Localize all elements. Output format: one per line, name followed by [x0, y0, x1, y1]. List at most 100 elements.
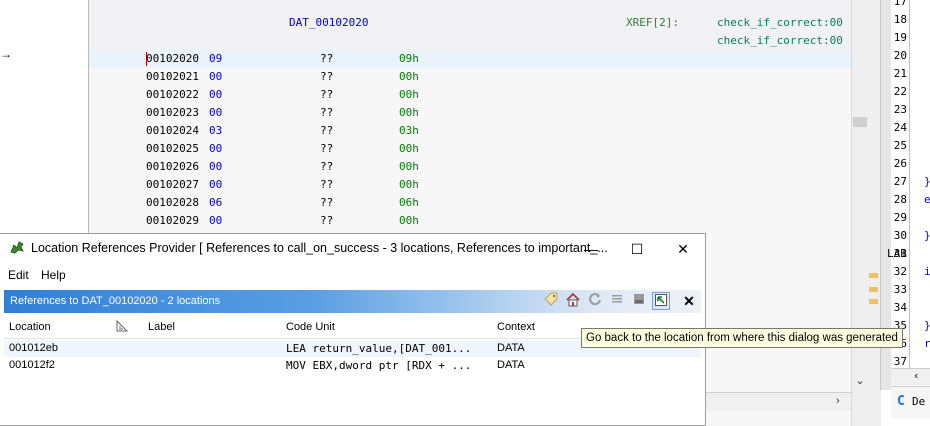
data-type: ?? — [320, 160, 334, 173]
line-number: 26 — [893, 157, 907, 170]
decompiler-tab[interactable]: C De — [891, 386, 930, 419]
column-label[interactable]: Label — [148, 321, 175, 333]
data-type: ?? — [320, 124, 334, 137]
line-number: 33 — [893, 283, 907, 296]
column-code-unit[interactable]: Code Unit — [286, 321, 335, 333]
listing-row[interactable]: 00102020 09?? 09h — [89, 50, 851, 68]
hex-value: 00h — [399, 214, 419, 227]
line-number: 19 — [893, 31, 907, 44]
line-number: 25 — [893, 139, 907, 152]
line-number: 34 — [893, 301, 907, 314]
row-location: 001012eb — [9, 342, 58, 354]
address: 00102028 — [146, 196, 199, 209]
hex-value: 00h — [399, 178, 419, 191]
decompiler-code[interactable]: LAB — [887, 247, 907, 260]
ghidra-dragon-icon — [9, 239, 25, 259]
hex-value: 09h — [399, 52, 419, 65]
maximize-button[interactable]: ☐ — [614, 237, 660, 261]
listing-row[interactable]: 00102025 00?? 00h — [89, 140, 851, 158]
scroll-left-icon[interactable]: ‹ — [913, 369, 920, 382]
listing-row[interactable]: 00102028 06?? 06h — [89, 194, 851, 212]
column-location[interactable]: Location — [9, 321, 51, 333]
address: 00102022 — [146, 88, 199, 101]
decompiler-code[interactable]: i — [924, 265, 930, 278]
data-type: ?? — [320, 88, 334, 101]
decompiler-code[interactable]: } — [924, 229, 930, 242]
scroll-down-icon[interactable]: ⌄ — [852, 374, 868, 387]
line-number-divider — [909, 0, 910, 368]
xref-link[interactable]: check_if_correct:00 — [717, 34, 843, 47]
xref-link[interactable]: check_if_correct:00 — [717, 16, 843, 29]
line-number: 23 — [893, 103, 907, 116]
listing-vertical-scrollbar[interactable]: ⌄ — [851, 0, 881, 426]
line-number: 18 — [893, 13, 907, 26]
row-code-unit: LEA return_value,[DAT_001... — [286, 342, 472, 355]
home-icon[interactable] — [564, 292, 582, 310]
address: 00102023 — [146, 106, 199, 119]
listing-row[interactable]: 00102021 00?? 00h — [89, 68, 851, 86]
address: 00102027 — [146, 178, 199, 191]
sort-icon[interactable] — [116, 319, 129, 335]
line-number: 37 — [893, 355, 907, 368]
close-button[interactable]: ✕ — [660, 237, 706, 261]
go-back-tooltip: Go back to the location from where this … — [581, 328, 903, 348]
bookmark-marker[interactable] — [869, 287, 878, 292]
decompiler-code[interactable]: } — [924, 175, 930, 188]
hex-value: 00h — [399, 106, 419, 119]
listing-row[interactable]: 00102027 00?? 00h — [89, 176, 851, 194]
hex-value: 06h — [399, 196, 419, 209]
data-type: ?? — [320, 106, 334, 119]
decompiler-code[interactable]: e — [924, 193, 930, 206]
line-number: 21 — [893, 67, 907, 80]
listing-row[interactable]: 00102023 00?? 00h — [89, 104, 851, 122]
minimize-button[interactable]: — — [568, 237, 614, 261]
listing-horizontal-scrollbar[interactable]: › — [706, 392, 851, 411]
decompiler-code[interactable]: } — [924, 319, 930, 332]
hex-value: 00h — [399, 88, 419, 101]
decompiler-code[interactable]: r — [924, 337, 930, 350]
line-number: 28 — [893, 193, 907, 206]
list-view-icon[interactable] — [608, 292, 626, 310]
decompiler-pane[interactable]: 17 18 19 20 21 22 23 24 25 26 27} 28 e 29 30} 31 LAB 32 i 3… — [887, 0, 930, 426]
listing-row[interactable]: 00102026 00?? 00h — [89, 158, 851, 176]
tag-icon[interactable] — [542, 292, 560, 310]
refresh-icon[interactable] — [586, 292, 604, 310]
dialog-title-bar[interactable]: Location References Provider [ Reference… — [0, 234, 705, 263]
byte-value: 03 — [209, 124, 223, 137]
scroll-thumb[interactable] — [853, 117, 867, 127]
row-location: 001012f2 — [9, 359, 55, 371]
hex-value: 03h — [399, 124, 419, 137]
data-type: ?? — [320, 70, 334, 83]
hex-value: 00h — [399, 70, 419, 83]
column-context[interactable]: Context — [497, 321, 535, 333]
hex-value: 00h — [399, 160, 419, 173]
go-back-icon[interactable] — [652, 292, 670, 310]
close-panel-icon[interactable]: ✕ — [680, 292, 698, 310]
snapshot-icon[interactable] — [630, 292, 648, 310]
data-type: ?? — [320, 196, 334, 209]
decompiler-horizontal-scrollbar[interactable]: ‹ — [891, 368, 930, 385]
bookmark-marker[interactable] — [869, 273, 878, 278]
panel-title: References to DAT_00102020 - 2 locations — [10, 295, 221, 307]
line-number: 32 — [893, 265, 907, 278]
byte-value: 00 — [209, 88, 223, 101]
byte-value: 00 — [209, 160, 223, 173]
byte-value: 09 — [209, 52, 223, 65]
listing-row[interactable]: 00102024 03?? 03h — [89, 122, 851, 140]
data-type: ?? — [320, 52, 334, 65]
bookmark-marker[interactable] — [869, 299, 878, 304]
menu-help[interactable]: Help — [41, 268, 66, 282]
listing-row[interactable]: 00102029 00?? 00h — [89, 212, 851, 230]
address: 00102026 — [146, 160, 199, 173]
xref-header: XREF[2]: — [626, 16, 679, 29]
data-label[interactable]: DAT_00102020 — [289, 16, 368, 29]
menu-edit[interactable]: Edit — [8, 268, 29, 282]
decompiler-icon: C — [897, 394, 905, 409]
scroll-right-icon[interactable]: › — [836, 395, 840, 407]
listing-row[interactable]: 00102022 00?? 00h — [89, 86, 851, 104]
address: 00102024 — [146, 124, 199, 137]
line-number: 20 — [893, 49, 907, 62]
row-code-unit: MOV EBX,dword ptr [RDX + ... — [286, 359, 472, 372]
data-type: ?? — [320, 178, 334, 191]
table-row[interactable]: 001012f2 MOV EBX,dword ptr [RDX + ... DA… — [4, 357, 701, 374]
